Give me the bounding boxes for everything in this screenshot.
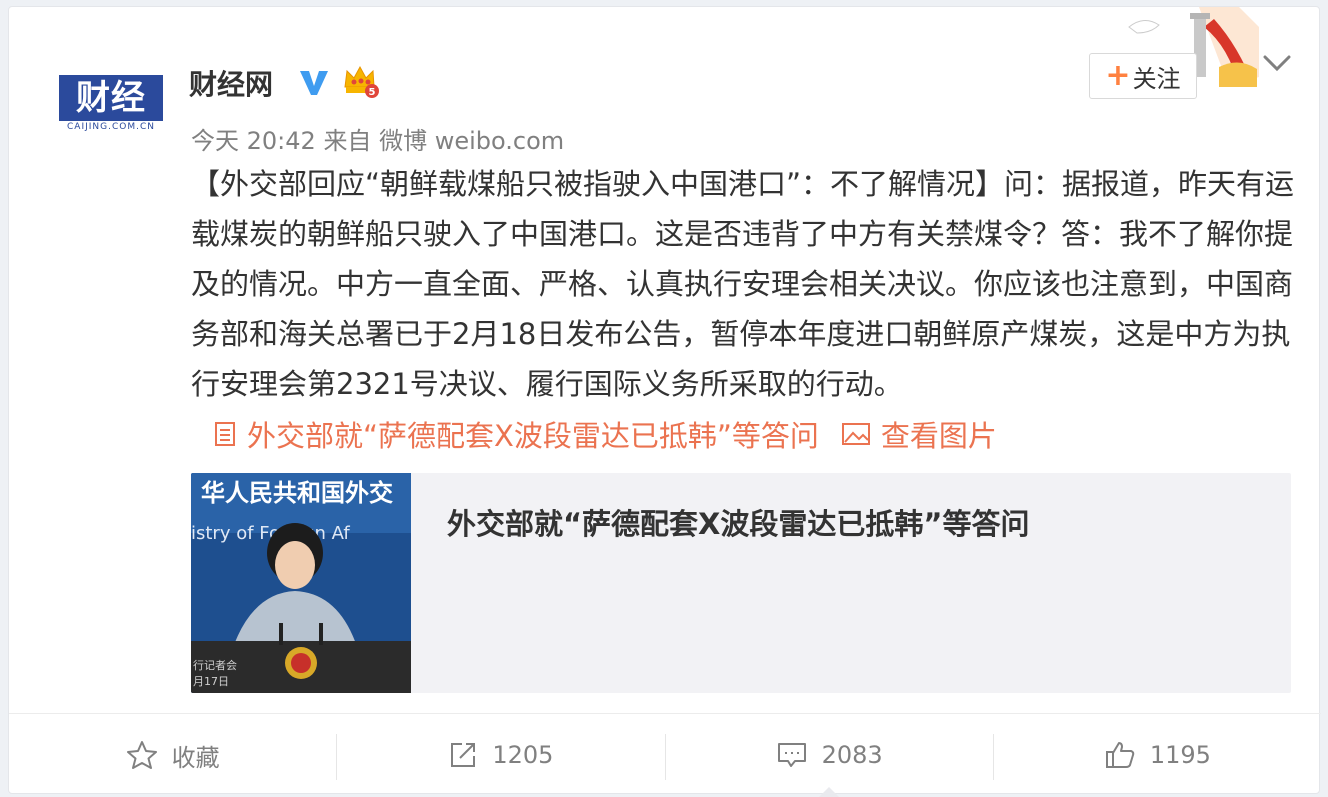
star-icon xyxy=(126,741,157,769)
article-link-label: 外交部就“萨德配套X波段雷达已抵韩”等答问 xyxy=(247,419,819,453)
post-source[interactable]: 微博 weibo.com xyxy=(379,127,564,155)
like-button[interactable]: 1195 xyxy=(994,714,1321,796)
thumb-banner: 华人民共和国外交 xyxy=(201,479,393,507)
plus-icon: + xyxy=(1105,58,1131,93)
post-links: 外交部就“萨德配套X波段雷达已抵韩”等答问 查看图片 xyxy=(213,409,997,459)
article-link[interactable]: 外交部就“萨德配套X波段雷达已抵韩”等答问 xyxy=(213,413,819,455)
like-count: 1195 xyxy=(1149,741,1211,769)
follow-label: 关注 xyxy=(1132,64,1181,93)
comment-button[interactable]: 2083 xyxy=(666,714,993,797)
follow-button[interactable]: + 关注 xyxy=(1089,53,1197,99)
thumbs-up-icon xyxy=(1105,742,1135,768)
view-images-label: 查看图片 xyxy=(880,419,997,453)
verified-v-icon xyxy=(300,71,328,95)
source-prefix: 来自 xyxy=(323,127,372,155)
view-images-link[interactable]: 查看图片 xyxy=(841,413,997,455)
avatar[interactable]: 财经网 CAIJING.COM.CN xyxy=(59,75,167,164)
repost-count: 1205 xyxy=(492,741,554,769)
post-meta: 今天 20:42 来自 微博 weibo.com xyxy=(191,121,564,156)
thumb-caption-1: 行记者会 xyxy=(193,659,237,672)
chevron-down-icon[interactable] xyxy=(1261,51,1293,75)
article-icon xyxy=(215,422,235,446)
article-card-title: 外交部就“萨德配套X波段雷达已抵韩”等答问 xyxy=(447,507,1030,541)
repost-icon xyxy=(451,743,476,767)
avatar-logo: 财经网 xyxy=(59,75,163,164)
article-card[interactable]: 华人民共和国外交 istry of Foreign Af 行记者会 月17日 外… xyxy=(191,473,1291,693)
crown-vip-icon[interactable]: 5 xyxy=(341,63,381,99)
avatar-domain: CAIJING.COM.CN xyxy=(67,122,155,132)
post-time[interactable]: 今天 20:42 xyxy=(191,127,316,155)
comment-icon xyxy=(777,743,806,767)
image-icon xyxy=(841,423,870,445)
active-caret xyxy=(819,787,840,797)
action-bar: 收藏 1205 2083 1195 xyxy=(9,713,1321,797)
weibo-post-card: 财经网 CAIJING.COM.CN 财经网 5 今天 20:42 来自 微博 … xyxy=(8,6,1321,797)
repost-button[interactable]: 1205 xyxy=(337,714,664,796)
article-thumbnail: 华人民共和国外交 istry of Foreign Af 行记者会 月17日 xyxy=(191,473,411,693)
favorite-button[interactable]: 收藏 xyxy=(9,714,336,796)
thumb-caption-2: 月17日 xyxy=(193,675,229,688)
comment-count: 2083 xyxy=(821,741,883,769)
vip-level: 5 xyxy=(369,87,376,98)
favorite-label: 收藏 xyxy=(171,743,220,772)
post-text: 【外交部回应“朝鲜载煤船只被指驶入中国港口”：不了解情况】问：据报道，昨天有运载… xyxy=(191,167,1295,401)
username[interactable]: 财经网 xyxy=(189,63,273,103)
